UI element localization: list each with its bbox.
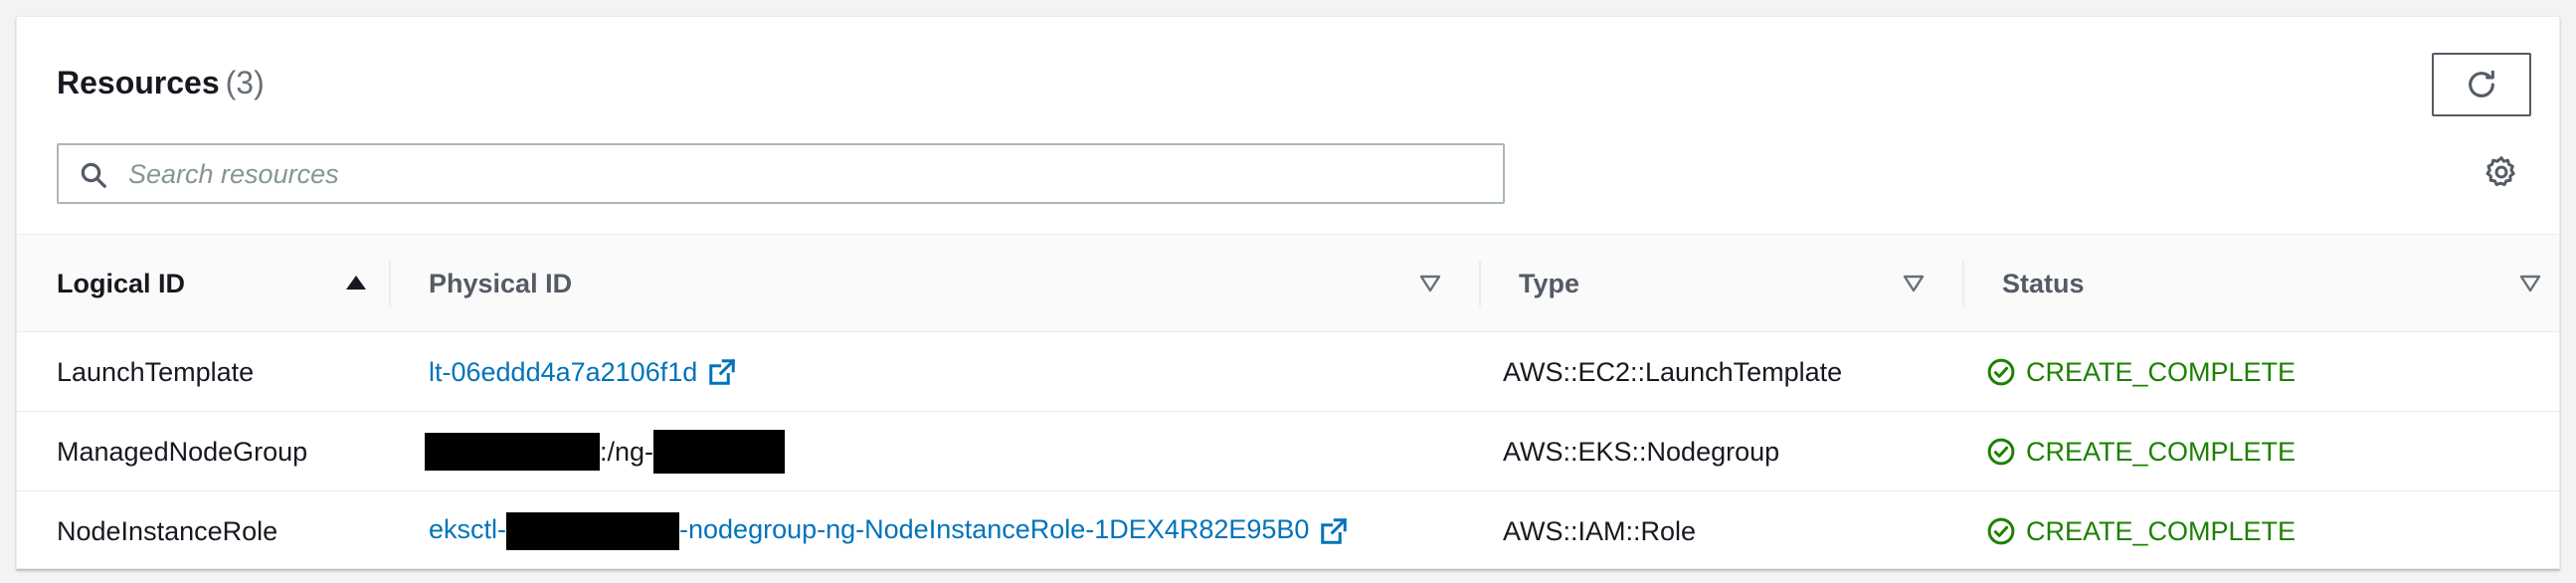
column-header-status[interactable]: Status <box>1962 235 2559 332</box>
redacted-block <box>425 433 600 471</box>
type-cell: AWS::EKS::Nodegroup <box>1503 436 1780 467</box>
physical-id-text: :/ng- <box>600 436 654 467</box>
table-header: Logical ID Physical ID Type Status <box>17 235 2559 332</box>
table-row: LaunchTemplate lt-06eddd4a7a2106f1d AWS:… <box>17 332 2559 412</box>
physical-id-prefix: eksctl- <box>429 514 507 545</box>
physical-id-link[interactable]: lt-06eddd4a7a2106f1d <box>429 357 697 388</box>
physical-id-link[interactable]: eksctl- -nodegroup-ng-NodeInstanceRole-1D… <box>429 512 1309 550</box>
status-cell: CREATE_COMPLETE <box>1986 332 2296 412</box>
logical-id-cell: LaunchTemplate <box>57 356 255 387</box>
column-header-logical-id[interactable]: Logical ID <box>57 235 385 332</box>
column-header-physical-id[interactable]: Physical ID <box>389 235 1489 332</box>
refresh-icon <box>2469 70 2494 97</box>
column-separator <box>389 261 391 306</box>
caret-up-filled-icon[interactable] <box>345 275 367 291</box>
resources-table: Logical ID Physical ID Type Status Launc… <box>17 234 2559 571</box>
gear-icon <box>2485 156 2515 187</box>
column-header-type[interactable]: Type <box>1479 235 1964 332</box>
title-text: Resources <box>57 65 220 100</box>
type-cell: AWS::EC2::LaunchTemplate <box>1503 356 1843 387</box>
logical-id-cell: ManagedNodeGroup <box>57 436 308 467</box>
search-icon <box>81 162 106 188</box>
panel-header: Resources (3) <box>17 17 2559 234</box>
column-separator <box>1962 261 1964 306</box>
status-text: CREATE_COMPLETE <box>2026 436 2297 467</box>
column-label: Status <box>2002 268 2085 298</box>
status-text: CREATE_COMPLETE <box>2026 356 2297 387</box>
external-link-icon[interactable] <box>707 357 737 387</box>
search-box[interactable] <box>57 143 1505 204</box>
check-circle-icon <box>1987 438 2015 466</box>
panel-title: Resources (3) <box>57 65 265 101</box>
column-separator <box>1479 261 1481 306</box>
column-label: Type <box>1519 268 1580 298</box>
status-cell: CREATE_COMPLETE <box>1986 412 2296 491</box>
external-link-icon[interactable] <box>1319 516 1349 546</box>
column-label: Logical ID <box>57 268 186 298</box>
logical-id-cell: NodeInstanceRole <box>57 515 278 546</box>
type-cell: AWS::IAM::Role <box>1503 515 1697 546</box>
refresh-button[interactable] <box>2432 53 2531 116</box>
table-row: ManagedNodeGroup :/ng- AWS::EKS::Nodegro… <box>17 412 2559 491</box>
column-label: Physical ID <box>429 268 573 298</box>
physical-id-cell: :/ng- <box>425 412 786 491</box>
status-badge: CREATE_COMPLETE <box>1986 516 2296 547</box>
physical-id-suffix: -nodegroup-ng-NodeInstanceRole-1DEX4R82E… <box>679 514 1310 545</box>
check-circle-icon <box>1987 517 2015 545</box>
status-text: CREATE_COMPLETE <box>2026 515 2297 546</box>
resources-panel: Resources(3) Logical ID <box>16 16 2560 569</box>
caret-down-outline-icon[interactable] <box>1903 275 1925 292</box>
resource-count: (3) <box>225 65 265 100</box>
check-circle-icon <box>1987 358 2015 386</box>
settings-button[interactable] <box>2484 154 2519 195</box>
table-row: NodeInstanceRole eksctl- -nodegroup-ng-No… <box>17 491 2559 571</box>
caret-down-outline-icon[interactable] <box>1419 275 1441 292</box>
redacted-block <box>653 430 786 474</box>
status-badge: CREATE_COMPLETE <box>1986 437 2296 468</box>
status-badge: CREATE_COMPLETE <box>1986 357 2296 388</box>
caret-down-outline-icon[interactable] <box>2519 275 2541 292</box>
physical-id-cell: eksctl- -nodegroup-ng-NodeInstanceRole-1D… <box>429 491 1349 571</box>
search-input[interactable] <box>128 153 1481 195</box>
physical-id-cell: lt-06eddd4a7a2106f1d <box>429 332 737 412</box>
redacted-block <box>506 512 680 550</box>
status-cell: CREATE_COMPLETE <box>1986 491 2296 571</box>
